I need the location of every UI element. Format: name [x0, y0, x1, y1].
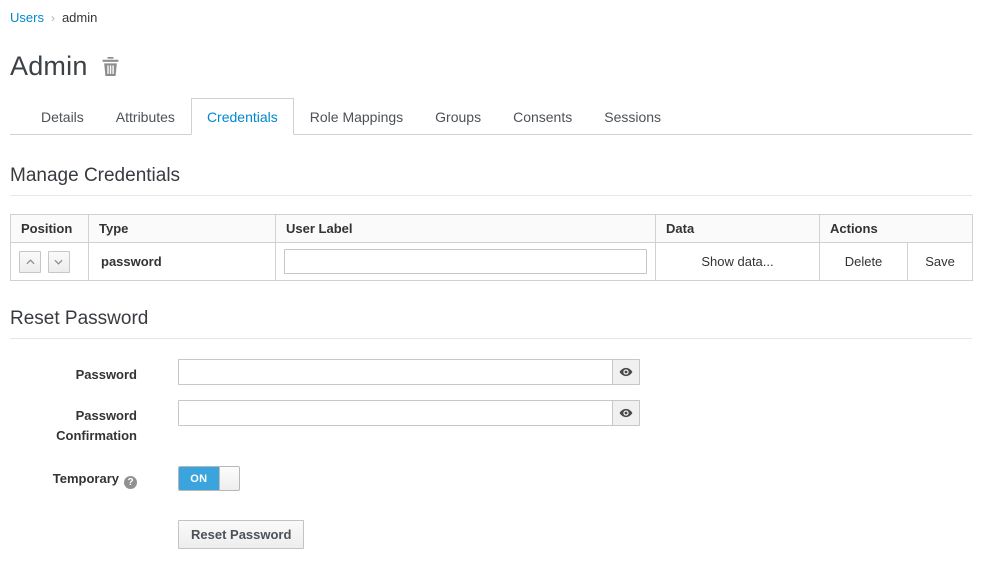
chevron-down-icon	[54, 259, 63, 265]
tab-sessions[interactable]: Sessions	[588, 98, 677, 135]
user-label-input[interactable]	[284, 249, 647, 274]
password-label: Password	[10, 359, 137, 385]
eye-icon	[619, 365, 633, 379]
tab-groups[interactable]: Groups	[419, 98, 497, 135]
save-credential-button[interactable]: Save	[908, 243, 973, 281]
page-title: Admin	[10, 51, 88, 82]
column-header-type: Type	[89, 215, 276, 243]
user-label-cell	[276, 243, 656, 281]
tab-attributes[interactable]: Attributes	[100, 98, 191, 135]
column-header-user-label: User Label	[276, 215, 656, 243]
user-detail-page: Users › admin Admin Details Attributes Cre…	[0, 0, 988, 549]
reset-password-heading: Reset Password	[10, 308, 972, 339]
temporary-row: Temporary? ON	[10, 466, 972, 491]
password-confirmation-row: Password Confirmation	[10, 400, 972, 446]
temporary-label: Temporary	[53, 471, 119, 486]
column-header-data: Data	[656, 215, 820, 243]
trash-icon	[102, 57, 119, 76]
column-header-position: Position	[11, 215, 89, 243]
credentials-table: Position Type User Label Data Actions	[10, 214, 973, 281]
password-confirmation-label: Password Confirmation	[10, 400, 137, 446]
delete-credential-button[interactable]: Delete	[820, 243, 908, 281]
move-up-button[interactable]	[19, 251, 41, 273]
breadcrumb-current: admin	[62, 10, 97, 25]
breadcrumb: Users › admin	[10, 8, 972, 25]
toggle-handle[interactable]	[219, 467, 239, 490]
credential-type-cell: password	[89, 243, 276, 281]
show-password-confirmation-button[interactable]	[613, 400, 640, 426]
reset-password-button[interactable]: Reset Password	[178, 520, 304, 549]
tab-role-mappings[interactable]: Role Mappings	[294, 98, 419, 135]
delete-user-button[interactable]	[102, 57, 119, 76]
tab-credentials[interactable]: Credentials	[191, 98, 294, 135]
user-tabs: Details Attributes Credentials Role Mapp…	[10, 98, 972, 135]
temporary-toggle[interactable]: ON	[178, 466, 240, 491]
eye-icon	[619, 406, 633, 420]
tab-consents[interactable]: Consents	[497, 98, 588, 135]
password-input[interactable]	[178, 359, 613, 385]
position-cell	[11, 243, 89, 281]
breadcrumb-link-users[interactable]: Users	[10, 10, 44, 25]
temporary-label-wrap: Temporary?	[10, 466, 137, 489]
breadcrumb-separator-icon: ›	[51, 11, 55, 25]
show-data-button[interactable]: Show data...	[656, 243, 820, 281]
password-row: Password	[10, 359, 972, 385]
toggle-on-label: ON	[179, 467, 219, 490]
credential-row: password Show data... Delete Save	[11, 243, 973, 281]
password-confirmation-input[interactable]	[178, 400, 613, 426]
title-row: Admin	[10, 51, 972, 82]
column-header-actions: Actions	[820, 215, 973, 243]
help-icon[interactable]: ?	[124, 476, 137, 489]
show-password-button[interactable]	[613, 359, 640, 385]
tab-details[interactable]: Details	[25, 98, 100, 135]
reset-password-form: Password Password Confirmati	[10, 359, 972, 549]
credentials-table-header-row: Position Type User Label Data Actions	[11, 215, 973, 243]
chevron-up-icon	[26, 259, 35, 265]
move-down-button[interactable]	[48, 251, 70, 273]
manage-credentials-heading: Manage Credentials	[10, 165, 972, 196]
